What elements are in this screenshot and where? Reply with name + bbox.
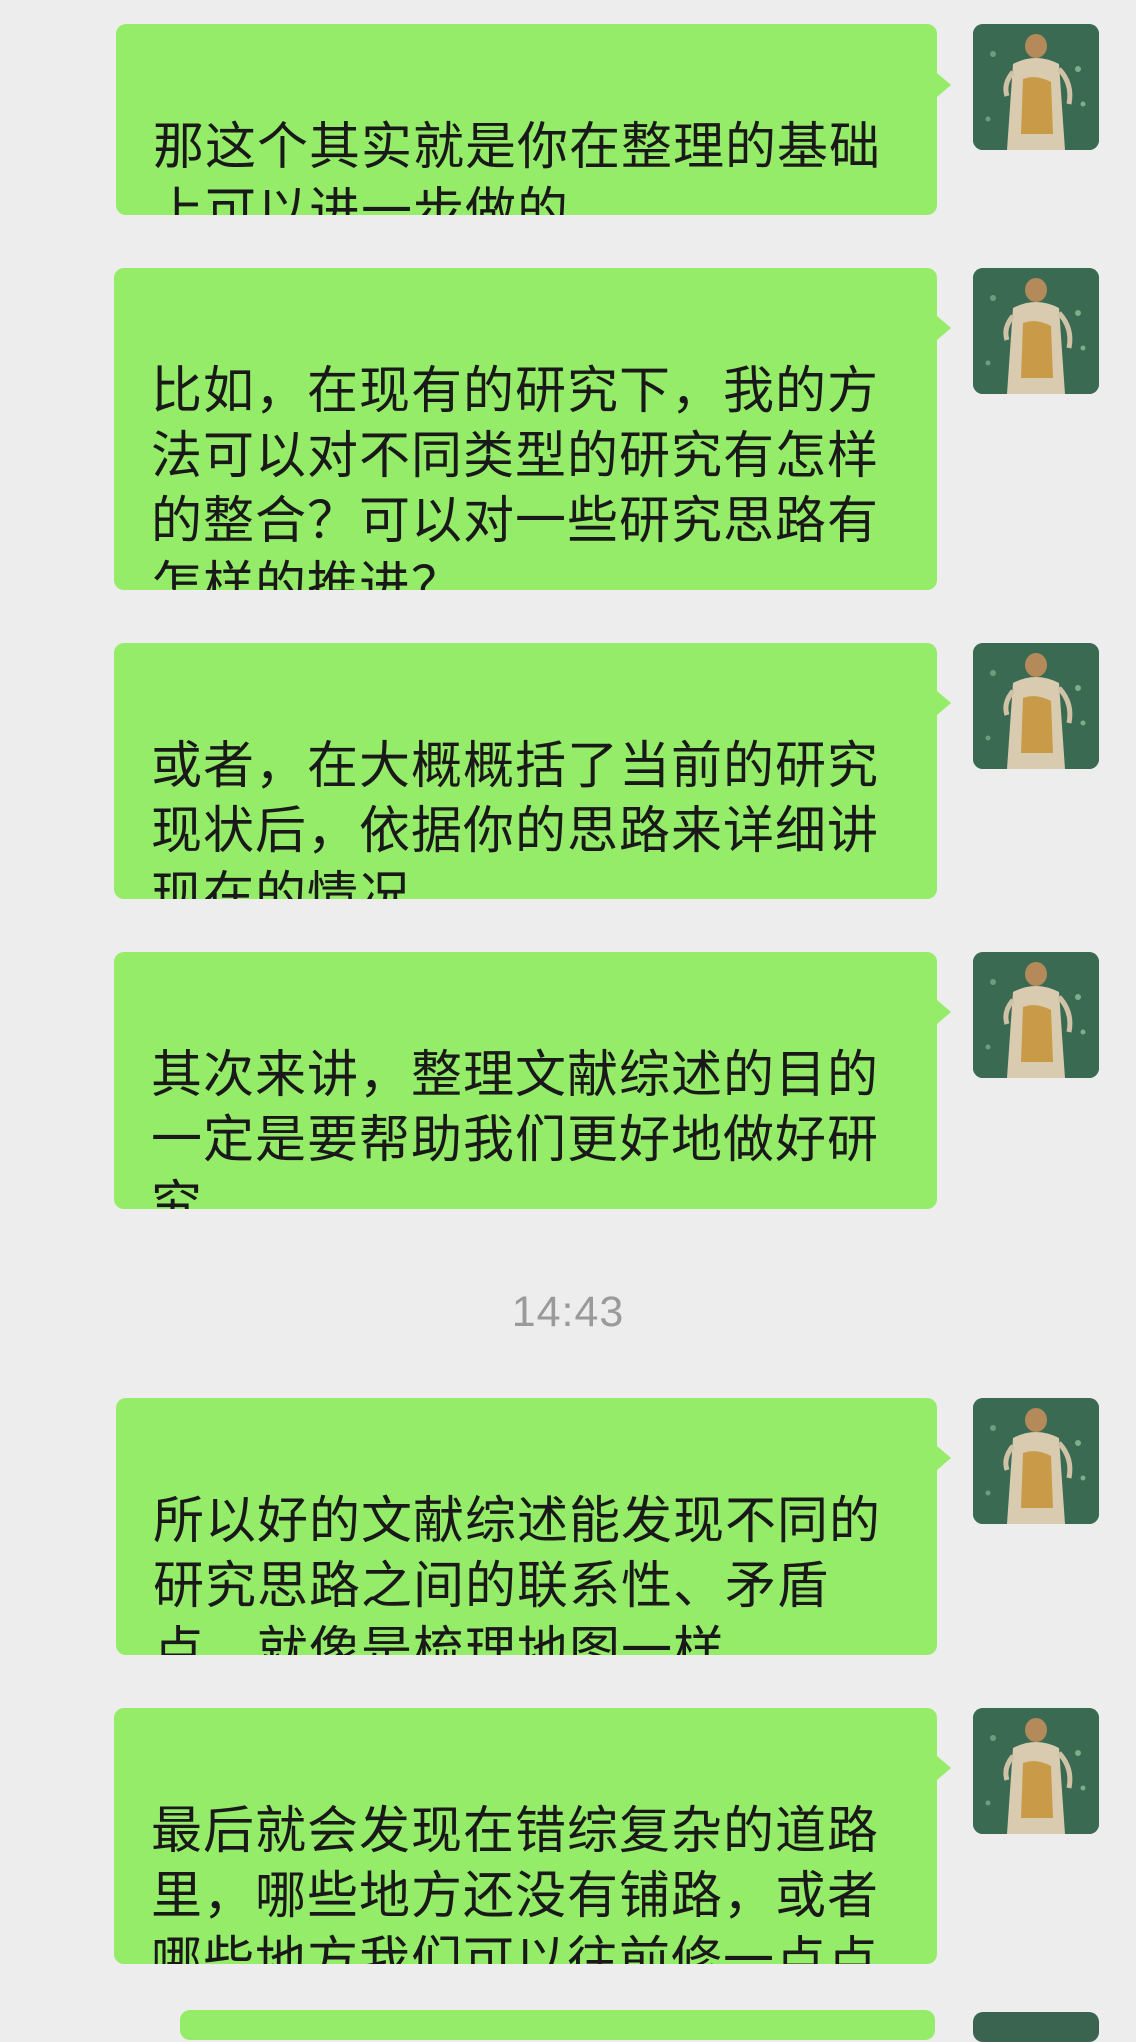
avatar-figure-icon [973, 1708, 1099, 1834]
user-avatar[interactable] [973, 1398, 1099, 1524]
message-text: 或者，在大概概括了当前的研究 现状后，依据你的思路来详细讲 现在的情况 [151, 737, 880, 899]
user-avatar[interactable] [973, 952, 1099, 1078]
message-text: 比如，在现有的研究下，我的方 法可以对不同类型的研究有怎样 的整合？可以对一些研… [151, 362, 880, 590]
chat-view[interactable]: 那这个其实就是你在整理的基础 上可以进一步做的 比如，在现有的研究下，我的方 法… [0, 0, 1136, 2042]
avatar-figure-icon [973, 268, 1099, 394]
bubble-tail [937, 691, 951, 715]
message-text: 那这个其实就是你在整理的基础 上可以进一步做的 [153, 118, 882, 215]
message-timestamp: 14:43 [511, 1288, 625, 1336]
user-avatar[interactable] [973, 1708, 1099, 1834]
avatar-figure-icon [973, 952, 1099, 1078]
avatar-figure-icon [973, 24, 1099, 150]
bubble-tail [937, 1446, 951, 1470]
bubble-tail [937, 1756, 951, 1780]
bubble-tail [937, 316, 951, 340]
avatar-figure-icon [973, 643, 1099, 769]
user-avatar[interactable] [973, 268, 1099, 394]
avatar-figure-icon [973, 1398, 1099, 1524]
message-text: 所以好的文献综述能发现不同的 研究思路之间的联系性、矛盾 点，就像是梳理地图一样 [153, 1492, 882, 1655]
message-bubble[interactable]: 其次来讲，整理文献综述的目的 一定是要帮助我们更好地做好研 究 [114, 952, 937, 1209]
bubble-tail [937, 73, 951, 97]
user-avatar[interactable] [973, 24, 1099, 150]
bubble-tail [937, 1000, 951, 1024]
message-bubble-partial[interactable] [180, 2010, 935, 2040]
message-bubble[interactable]: 比如，在现有的研究下，我的方 法可以对不同类型的研究有怎样 的整合？可以对一些研… [114, 268, 937, 590]
message-bubble[interactable]: 或者，在大概概括了当前的研究 现状后，依据你的思路来详细讲 现在的情况 [114, 643, 937, 899]
user-avatar[interactable] [973, 643, 1099, 769]
message-text: 其次来讲，整理文献综述的目的 一定是要帮助我们更好地做好研 究 [151, 1046, 880, 1209]
message-bubble[interactable]: 那这个其实就是你在整理的基础 上可以进一步做的 [116, 24, 937, 215]
message-bubble[interactable]: 最后就会发现在错综复杂的道路 里，哪些地方还没有铺路，或者 哪些地方我们可以往前… [114, 1708, 937, 1964]
message-text: 最后就会发现在错综复杂的道路 里，哪些地方还没有铺路，或者 哪些地方我们可以往前… [151, 1802, 880, 1964]
message-bubble[interactable]: 所以好的文献综述能发现不同的 研究思路之间的联系性、矛盾 点，就像是梳理地图一样 [116, 1398, 937, 1655]
